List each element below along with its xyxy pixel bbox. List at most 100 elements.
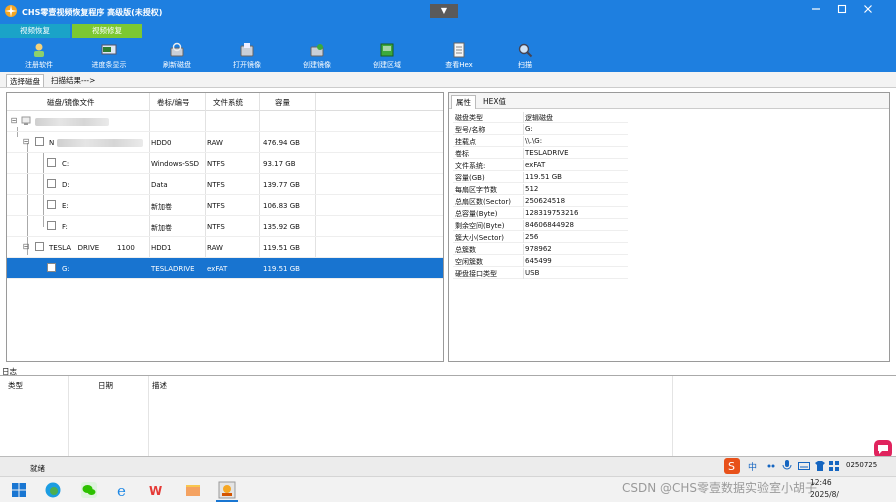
refresh-disk-button[interactable]: 刷新磁盘	[144, 38, 210, 72]
property-value: USB	[525, 269, 540, 277]
collapse-toggle-icon[interactable]: ⊟	[22, 138, 30, 146]
wps-office-icon[interactable]: W	[148, 481, 166, 499]
row-capacity: 139.77 GB	[263, 181, 300, 189]
property-key: 剩余空间(Byte)	[455, 222, 505, 230]
keyboard-icon[interactable]	[798, 460, 810, 472]
column-divider	[68, 376, 69, 456]
maximize-icon	[837, 4, 847, 14]
collapse-ribbon-button[interactable]: ▼	[430, 4, 458, 18]
windows-start-icon[interactable]	[10, 481, 28, 499]
property-value: 逻辑磁盘	[525, 114, 553, 122]
property-value: exFAT	[525, 161, 546, 169]
row-checkbox[interactable]	[47, 158, 56, 167]
microphone-icon[interactable]	[782, 460, 792, 472]
taskbar-clock-date[interactable]: 2025/8/	[810, 490, 839, 499]
progress-bar-icon	[101, 44, 117, 55]
magnifier-icon	[518, 43, 533, 58]
col-label[interactable]: 卷标/编号	[157, 97, 190, 108]
view-hex-label: 查看Hex	[445, 61, 473, 69]
tab-select-disk[interactable]: 选择磁盘	[6, 74, 44, 87]
tab-scan-results[interactable]: 扫描结果--->	[48, 74, 98, 87]
property-row: 簇大小(Sector) 256	[453, 232, 628, 243]
tab-hex-values[interactable]: HEX值	[479, 95, 510, 109]
property-row: 容量(GB) 119.51 GB	[453, 172, 628, 183]
status-text: 就绪	[30, 464, 45, 473]
table-row[interactable]: F: 新加卷 NTFS 135.92 GB	[7, 216, 443, 237]
tab-video-repair[interactable]: 视频修复	[72, 24, 142, 38]
row-checkbox[interactable]	[35, 137, 44, 146]
column-divider	[672, 376, 673, 456]
row-checkbox[interactable]	[47, 263, 56, 272]
property-value: 84606844928	[525, 221, 574, 229]
property-value: 978962	[525, 245, 552, 253]
row-checkbox[interactable]	[47, 221, 56, 230]
row-checkbox[interactable]	[35, 242, 44, 251]
file-explorer-icon[interactable]	[184, 481, 202, 499]
row-checkbox[interactable]	[47, 179, 56, 188]
col-disk-file[interactable]: 磁盘/镜像文件	[47, 97, 95, 108]
tab-properties[interactable]: 属性	[451, 95, 476, 109]
property-divider	[523, 124, 524, 135]
log-col-date[interactable]: 日期	[98, 380, 113, 391]
property-key: 硬盘接口类型	[455, 270, 497, 278]
property-key: 容量(GB)	[455, 174, 485, 182]
col-capacity[interactable]: 容量	[275, 97, 290, 108]
property-divider	[523, 232, 524, 243]
toolbox-grid-icon[interactable]	[828, 460, 840, 472]
property-row: 空闲簇数 645499	[453, 256, 628, 267]
maximize-button[interactable]	[834, 4, 850, 18]
col-filesystem[interactable]: 文件系统	[213, 97, 243, 108]
wechat-icon[interactable]	[80, 481, 98, 499]
taskbar-clock-time[interactable]: 12:46	[810, 478, 832, 487]
scan-button[interactable]: 扫描	[492, 38, 558, 72]
close-button[interactable]	[860, 4, 876, 18]
register-button[interactable]: 注册软件	[6, 38, 72, 72]
view-hex-button[interactable]: 查看Hex	[426, 38, 492, 72]
property-key: 挂载点	[455, 138, 476, 146]
skin-shirt-icon[interactable]	[814, 460, 826, 472]
ime-mode-indicator[interactable]: 中	[748, 460, 757, 473]
property-row: 总容量(Byte) 128319753216	[453, 208, 628, 219]
register-label: 注册软件	[25, 61, 53, 69]
collapse-toggle-icon[interactable]: ⊟	[22, 243, 30, 251]
punctuation-icon[interactable]	[766, 461, 776, 471]
row-label: Data	[151, 181, 168, 189]
table-row[interactable]: C: Windows-SSD NTFS 93.17 GB	[7, 153, 443, 174]
table-row[interactable]: D: Data NTFS 139.77 GB	[7, 174, 443, 195]
sogou-ime-icon[interactable]: S	[724, 458, 740, 474]
property-key: 空闲簇数	[455, 258, 483, 266]
property-divider	[523, 220, 524, 231]
table-row-selected[interactable]: G: TESLADRIVE exFAT 119.51 GB	[7, 258, 443, 279]
table-row[interactable]: ⊟ TESLA DRIVE 1100 HDD1 RAW 119.51 GB	[7, 237, 443, 258]
watermark-text: CSDN @CHS零壹数据实验室小胡子	[622, 481, 818, 495]
row-label: HDD1	[151, 244, 172, 252]
property-key: 每扇区字节数	[455, 186, 497, 194]
table-row[interactable]: ⊟	[7, 111, 443, 132]
collapse-toggle-icon[interactable]: ⊟	[10, 117, 18, 125]
window-title: CHS零壹视频恢复程序 高级版(未授权)	[22, 8, 163, 17]
row-capacity: 119.51 GB	[263, 265, 300, 273]
property-key: 磁盘类型	[455, 114, 483, 122]
row-checkbox[interactable]	[47, 200, 56, 209]
ie-browser-icon[interactable]: e	[114, 481, 132, 499]
edge-browser-icon[interactable]	[44, 481, 62, 499]
progress-display-button[interactable]: 进度条显示	[76, 38, 142, 72]
row-filesystem: NTFS	[207, 181, 225, 189]
table-row[interactable]: ⊟ N HDD0 RAW 476.94 GB	[7, 132, 443, 153]
row-name: C:	[62, 160, 70, 168]
log-col-type[interactable]: 类型	[8, 380, 23, 391]
table-row[interactable]: E: 新加卷 NTFS 106.83 GB	[7, 195, 443, 216]
row-label: HDD0	[151, 139, 172, 147]
property-key: 卷标	[455, 150, 469, 158]
row-label: 新加卷	[151, 224, 172, 232]
minimize-icon	[812, 8, 820, 10]
tab-video-recover[interactable]: 视频恢复	[0, 24, 70, 38]
log-col-description[interactable]: 描述	[152, 380, 167, 391]
create-region-button[interactable]: 创建区域	[354, 38, 420, 72]
scan-label: 扫描	[518, 61, 532, 69]
create-image-button[interactable]: 创建镜像	[284, 38, 350, 72]
minimize-button[interactable]	[808, 4, 824, 18]
chs-recovery-taskbar-icon[interactable]	[218, 481, 236, 499]
open-image-button[interactable]: 打开镜像	[214, 38, 280, 72]
property-row: 磁盘类型 逻辑磁盘	[453, 112, 628, 123]
